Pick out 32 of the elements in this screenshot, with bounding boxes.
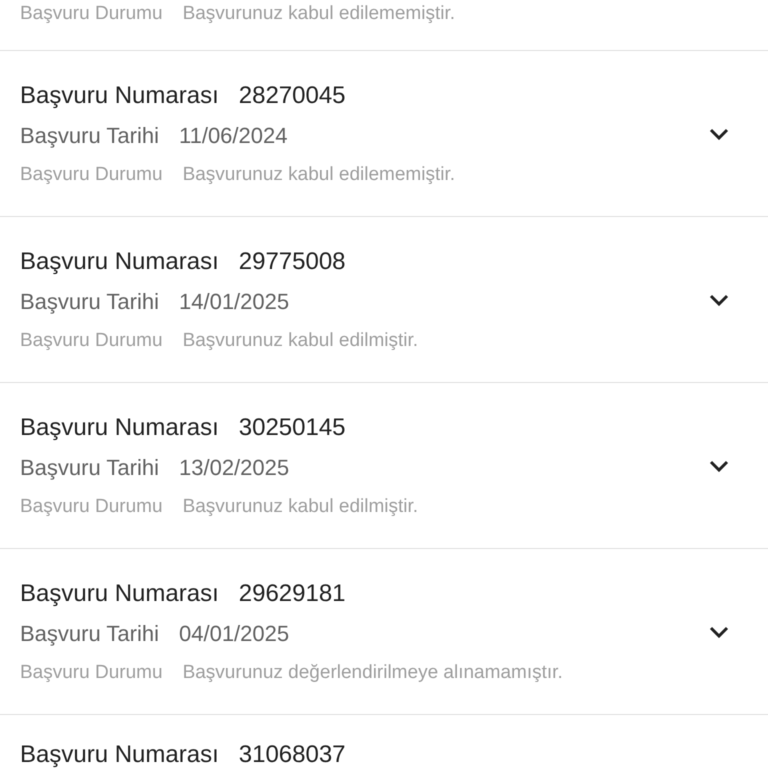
- application-status-label: Başvuru Durumu: [20, 2, 163, 26]
- application-status-label: Başvuru Durumu: [20, 494, 163, 518]
- application-date-label: Başvuru Tarihi: [20, 122, 159, 150]
- application-status-label: Başvuru Durumu: [20, 162, 163, 186]
- application-number: 30250145: [238, 412, 346, 442]
- application-status: Başvurunuz kabul edilememiştir.: [182, 162, 456, 186]
- application-date: 11/06/2024: [179, 122, 288, 150]
- application-date-label: Başvuru Tarihi: [20, 454, 159, 482]
- application-status-label: Başvuru Durumu: [20, 328, 163, 352]
- application-status: Başvurunuz kabul edilememiştir.: [182, 2, 456, 26]
- application-number: 29629181: [238, 578, 346, 608]
- application-number-label: Başvuru Numarası: [20, 412, 219, 442]
- application-date-label: Başvuru Tarihi: [20, 288, 159, 316]
- application-number: 31068037: [238, 740, 346, 768]
- application-number-label: Başvuru Numarası: [20, 740, 219, 768]
- application-number-label: Başvuru Numarası: [20, 578, 219, 608]
- application-number: 28270045: [238, 80, 346, 110]
- chevron-icon[interactable]: [708, 292, 730, 306]
- application-date: 13/02/2025: [179, 454, 290, 482]
- application-number: 29775008: [238, 246, 346, 276]
- application-number-label: Başvuru Numarası: [20, 80, 219, 110]
- application-status: Başvurunuz kabul edilmiştir.: [182, 494, 418, 518]
- chevron-icon[interactable]: [708, 126, 730, 140]
- application-date-label: Başvuru Tarihi: [20, 620, 159, 648]
- application-date: 14/01/2025: [179, 288, 290, 316]
- application-status: Başvurunuz kabul edilmiştir.: [182, 328, 418, 352]
- application-status: Başvurunuz değerlendirilmeye alınamamıştır.: [182, 660, 563, 684]
- chevron-icon[interactable]: [708, 624, 730, 638]
- application-number-label: Başvuru Numarası: [20, 246, 219, 276]
- application-status-label: Başvuru Durumu: [20, 660, 163, 684]
- application-date: 04/01/2025: [179, 620, 290, 648]
- chevron-icon[interactable]: [708, 458, 730, 472]
